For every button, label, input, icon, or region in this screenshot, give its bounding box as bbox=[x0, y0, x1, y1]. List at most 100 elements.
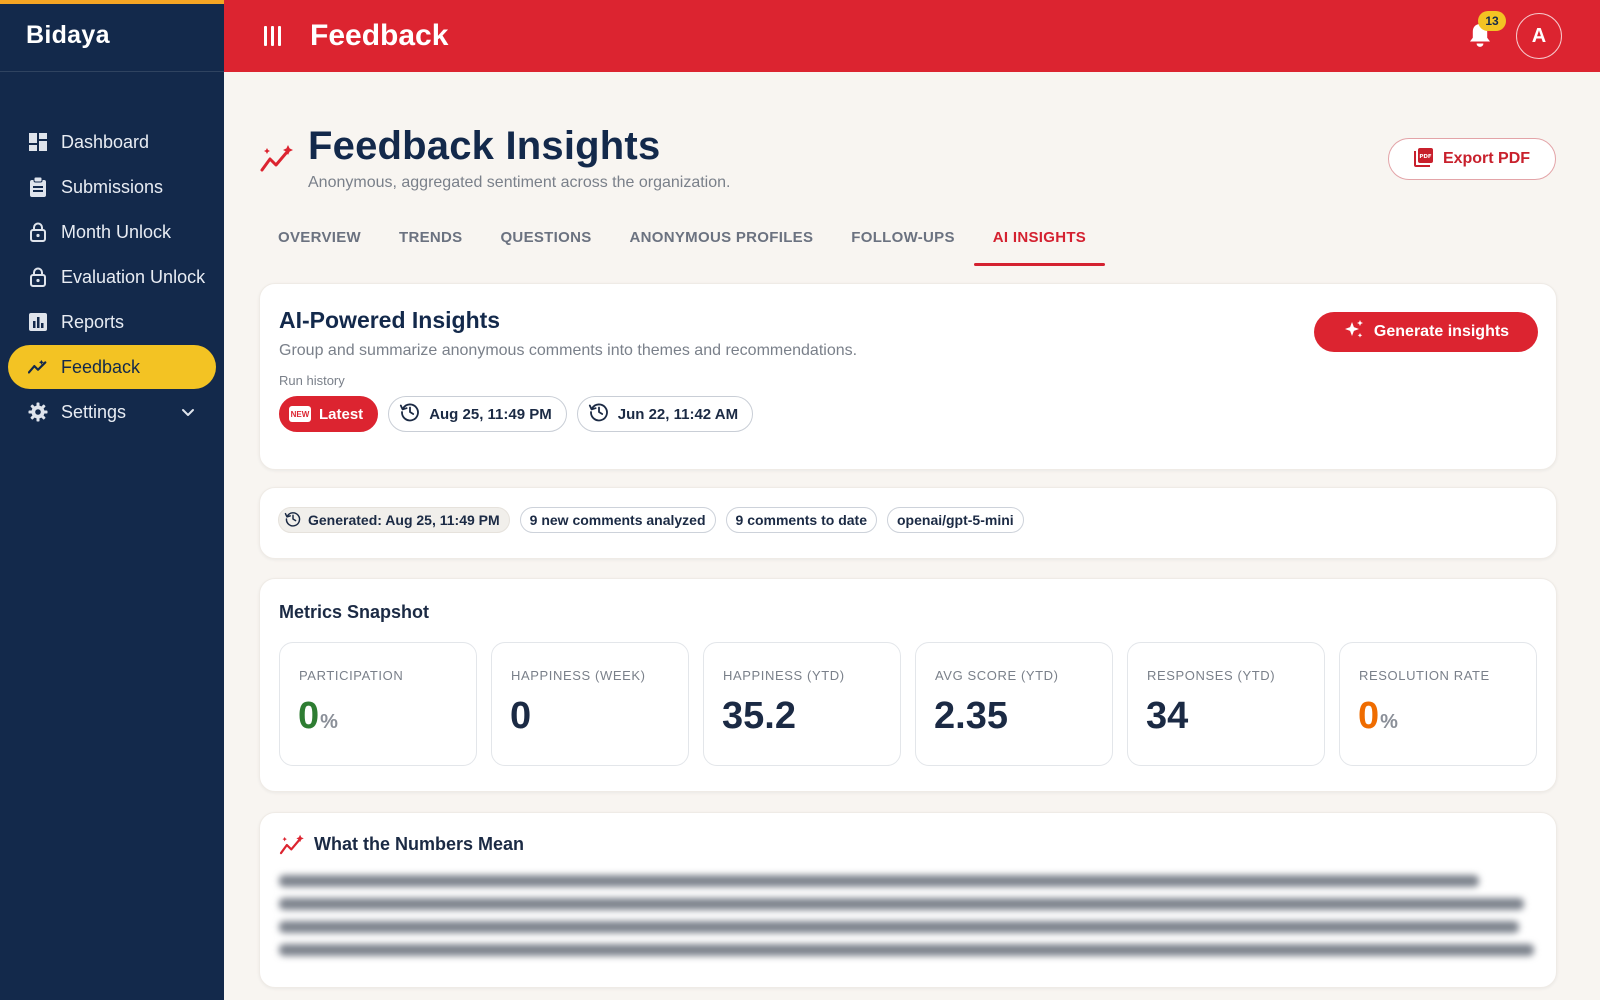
sidebar-item-label: Dashboard bbox=[61, 131, 150, 152]
metric-label: RESPONSES (YTD) bbox=[1147, 668, 1276, 683]
metric-number: 2.35 bbox=[934, 695, 1008, 737]
blurred-text-placeholder bbox=[279, 875, 1534, 956]
tab-trends[interactable]: TRENDS bbox=[380, 220, 481, 266]
metric-value: 0% bbox=[298, 695, 338, 738]
metric-value: 34 bbox=[1146, 695, 1188, 738]
history-icon bbox=[399, 401, 421, 427]
sparkle-icon bbox=[1343, 319, 1365, 346]
clipboard-icon bbox=[28, 177, 48, 197]
metric-label: HAPPINESS (YTD) bbox=[723, 668, 845, 683]
pdf-icon: PDF bbox=[1413, 147, 1434, 172]
sidebar-item-reports[interactable]: Reports bbox=[8, 300, 216, 344]
sidebar-item-label: Submissions bbox=[61, 176, 164, 197]
ai-insights-card: AI-Powered Insights Group and summarize … bbox=[259, 283, 1557, 470]
run-chip-label: Latest bbox=[319, 405, 364, 423]
sidebar-item-label: Feedback bbox=[61, 356, 141, 377]
numbers-meaning-card: What the Numbers Mean bbox=[259, 812, 1557, 988]
brand-logo[interactable]: Bidaya bbox=[0, 0, 224, 72]
sidebar-item-label: Month Unlock bbox=[61, 221, 172, 242]
sidebar-item-label: Evaluation Unlock bbox=[61, 266, 206, 287]
metric-unit: % bbox=[320, 711, 338, 733]
metric-value: 0 bbox=[510, 695, 531, 738]
insights-icon bbox=[279, 834, 305, 856]
comments-to-date-chip: 9 comments to date bbox=[725, 507, 877, 533]
sidebar-nav: Dashboard Submissions Month Unlock Evalu… bbox=[0, 120, 224, 434]
metric-value: 35.2 bbox=[722, 695, 796, 738]
metrics-row: PARTICIPATION 0% HAPPINESS (WEEK) 0 HAPP… bbox=[279, 642, 1537, 766]
brand-name: Bidaya bbox=[26, 21, 110, 49]
run-chip[interactable]: Aug 25, 11:49 PM bbox=[388, 396, 567, 432]
topbar-title: Feedback bbox=[310, 19, 449, 52]
sidebar-item-evaluation-unlock[interactable]: Evaluation Unlock bbox=[8, 255, 216, 299]
generated-timestamp-chip: Generated: Aug 25, 11:49 PM bbox=[278, 507, 510, 533]
sidebar-item-label: Reports bbox=[61, 311, 125, 332]
tab-ai-insights[interactable]: AI INSIGHTS bbox=[973, 220, 1106, 266]
metric-resolution-rate: RESOLUTION RATE 0% bbox=[1339, 642, 1537, 766]
new-comments-chip: 9 new comments analyzed bbox=[519, 507, 716, 533]
tab-questions[interactable]: QUESTIONS bbox=[481, 220, 610, 266]
metric-happiness-week: HAPPINESS (WEEK) 0 bbox=[491, 642, 689, 766]
run-history-list: NEW Latest Aug 25, 11:49 PM Jun 22, 11:4… bbox=[279, 396, 754, 432]
notification-badge: 13 bbox=[1478, 11, 1506, 31]
avatar[interactable]: A bbox=[1516, 13, 1562, 59]
export-pdf-button[interactable]: PDF Export PDF bbox=[1388, 138, 1556, 180]
metric-label: PARTICIPATION bbox=[299, 668, 404, 683]
page-title: Feedback Insights bbox=[308, 124, 661, 168]
sidebar-item-label: Settings bbox=[61, 401, 127, 422]
numbers-meaning-body-blurred bbox=[279, 871, 1537, 969]
lock-icon bbox=[28, 267, 48, 287]
tab-overview[interactable]: OVERVIEW bbox=[259, 220, 380, 266]
sidebar-item-feedback[interactable]: Feedback bbox=[8, 345, 216, 389]
sidebar-accent-bar bbox=[0, 0, 224, 4]
metric-value: 2.35 bbox=[934, 695, 1008, 738]
metric-responses-ytd: RESPONSES (YTD) 34 bbox=[1127, 642, 1325, 766]
page-subtitle: Anonymous, aggregated sentiment across t… bbox=[308, 174, 731, 191]
metric-unit: % bbox=[1380, 711, 1398, 733]
history-icon bbox=[284, 510, 302, 531]
metric-label: HAPPINESS (WEEK) bbox=[511, 668, 646, 683]
run-history-label: Run history bbox=[279, 373, 345, 388]
metric-happiness-ytd: HAPPINESS (YTD) 35.2 bbox=[703, 642, 901, 766]
metric-number: 0 bbox=[298, 695, 320, 737]
generation-meta-card: Generated: Aug 25, 11:49 PM 9 new commen… bbox=[259, 487, 1557, 559]
sidebar-item-settings[interactable]: Settings bbox=[8, 390, 216, 434]
history-icon bbox=[588, 401, 610, 427]
new-badge-icon: NEW bbox=[289, 406, 311, 422]
numbers-meaning-title: What the Numbers Mean bbox=[314, 834, 525, 854]
trend-icon bbox=[28, 357, 48, 377]
generation-meta-list: Generated: Aug 25, 11:49 PM 9 new commen… bbox=[278, 507, 1024, 533]
generate-insights-label: Generate insights bbox=[1373, 323, 1510, 340]
dashboard-icon bbox=[28, 132, 48, 152]
sidebar-item-submissions[interactable]: Submissions bbox=[8, 165, 216, 209]
metrics-snapshot-card: Metrics Snapshot PARTICIPATION 0% HAPPIN… bbox=[259, 578, 1557, 792]
menu-toggle-button[interactable] bbox=[262, 24, 282, 48]
lock-icon bbox=[28, 222, 48, 242]
metrics-title: Metrics Snapshot bbox=[279, 602, 430, 622]
run-chip-latest[interactable]: NEW Latest bbox=[279, 396, 379, 432]
sidebar: Bidaya Dashboard Submissions Month Unloc… bbox=[0, 0, 224, 1000]
sidebar-item-dashboard[interactable]: Dashboard bbox=[8, 120, 216, 164]
tab-anonymous-profiles[interactable]: ANONYMOUS PROFILES bbox=[611, 220, 833, 266]
ai-insights-title: AI-Powered Insights bbox=[279, 307, 501, 333]
generated-timestamp-label: Generated: Aug 25, 11:49 PM bbox=[308, 512, 500, 528]
tab-bar: OVERVIEW TRENDS QUESTIONS ANONYMOUS PROF… bbox=[259, 220, 1106, 266]
metric-number: 0 bbox=[510, 695, 532, 737]
tab-follow-ups[interactable]: FOLLOW-UPS bbox=[832, 220, 974, 266]
insights-icon bbox=[260, 144, 294, 174]
chevron-down-icon[interactable] bbox=[178, 402, 198, 422]
metric-label: RESOLUTION RATE bbox=[1359, 668, 1490, 683]
gear-icon bbox=[28, 402, 48, 422]
ai-insights-subtitle: Group and summarize anonymous comments i… bbox=[279, 342, 858, 359]
run-chip-label: Jun 22, 11:42 AM bbox=[617, 405, 739, 423]
metric-number: 0 bbox=[1358, 695, 1380, 737]
run-chip-label: Aug 25, 11:49 PM bbox=[429, 405, 552, 423]
metric-value: 0% bbox=[1358, 695, 1398, 738]
model-chip: openai/gpt-5-mini bbox=[887, 507, 1024, 533]
svg-text:PDF: PDF bbox=[1419, 154, 1432, 160]
export-pdf-label: Export PDF bbox=[1442, 150, 1531, 167]
metric-participation: PARTICIPATION 0% bbox=[279, 642, 477, 766]
generate-insights-button[interactable]: Generate insights bbox=[1314, 312, 1538, 352]
run-chip[interactable]: Jun 22, 11:42 AM bbox=[576, 396, 754, 432]
sidebar-item-month-unlock[interactable]: Month Unlock bbox=[8, 210, 216, 254]
bar-chart-icon bbox=[28, 312, 48, 332]
